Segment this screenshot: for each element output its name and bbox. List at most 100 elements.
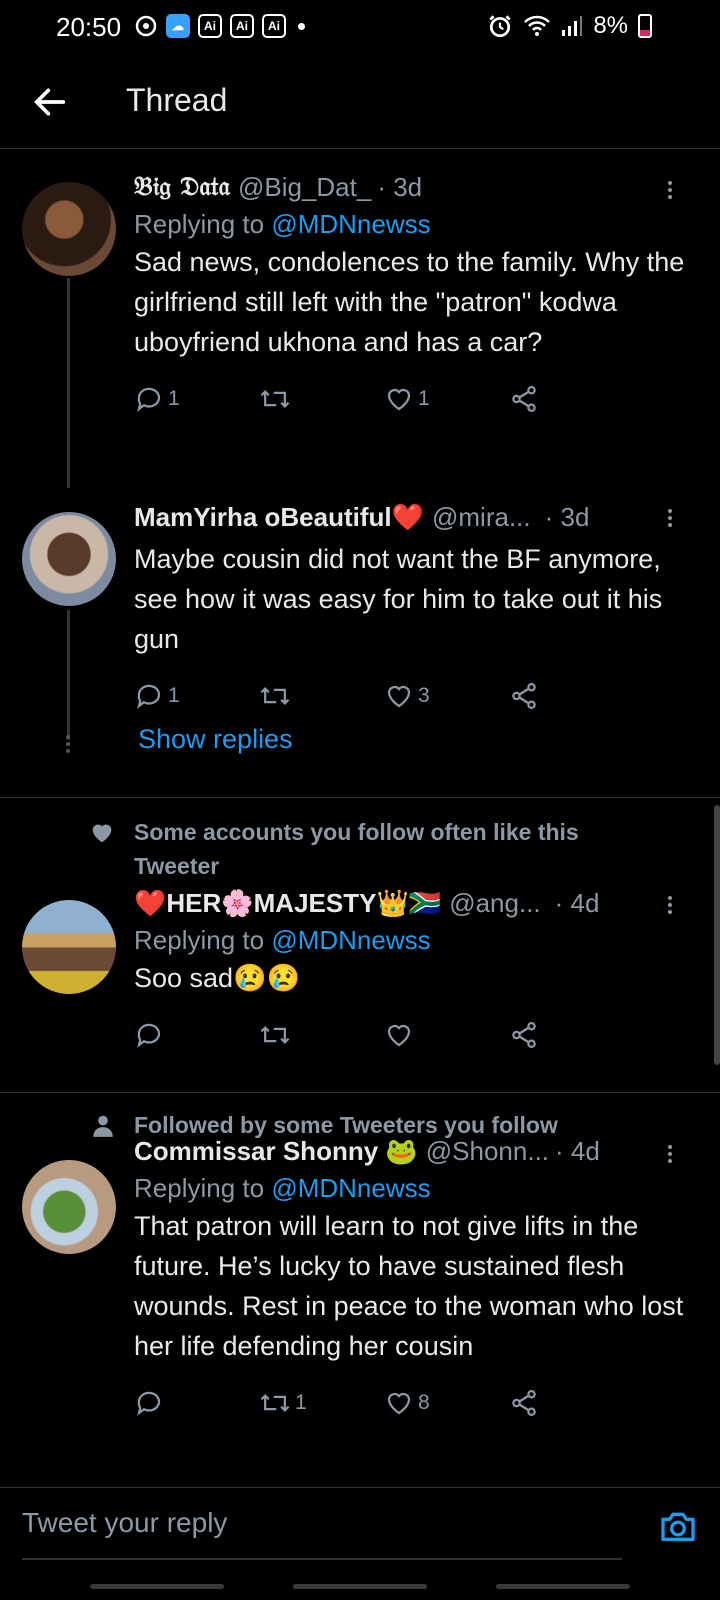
avatar[interactable] <box>22 900 116 994</box>
mention-link[interactable]: @MDNnewss <box>271 925 430 955</box>
scrollbar[interactable] <box>714 805 720 1065</box>
display-name[interactable]: MamYirha oBeautiful❤️ <box>134 502 424 533</box>
share-button[interactable] <box>509 1388 634 1418</box>
retweet-button[interactable] <box>259 681 384 711</box>
retweet-icon <box>260 390 290 408</box>
heart-icon <box>387 685 411 708</box>
reply-icon <box>137 1391 161 1416</box>
thread-line <box>67 278 70 488</box>
ai-app-icon: Ai <box>230 14 254 38</box>
more-options-icon[interactable] <box>668 506 676 530</box>
reply-icon <box>137 684 161 709</box>
timestamp: · 4d <box>554 888 600 918</box>
reply-count: 1 <box>168 684 180 707</box>
avatar[interactable] <box>22 182 116 276</box>
system-nav-bar <box>0 1580 720 1600</box>
share-icon <box>512 1022 536 1048</box>
heart-filled-icon <box>92 824 112 843</box>
alarm-icon <box>489 15 512 38</box>
page-title: Thread <box>126 82 228 118</box>
share-icon <box>512 1390 536 1416</box>
nav-home-handle[interactable] <box>293 1584 427 1589</box>
heart-icon <box>387 1024 411 1047</box>
reply-button[interactable] <box>134 1020 259 1050</box>
user-handle[interactable]: @ang... <box>449 888 540 919</box>
like-button[interactable]: 8 <box>384 1388 509 1418</box>
reply-input[interactable]: Tweet your reply <box>22 1488 622 1560</box>
tweet[interactable]: Followed by some Tweeters you follow Com… <box>0 1100 720 1485</box>
share-button[interactable] <box>509 1020 634 1050</box>
replying-to-prefix: Replying to <box>134 925 272 955</box>
share-icon <box>512 386 536 412</box>
replying-to-prefix: Replying to <box>134 1173 272 1203</box>
mention-link[interactable]: @MDNnewss <box>271 1173 430 1203</box>
show-replies-link[interactable]: Show replies <box>138 724 293 755</box>
thread-dots-icon <box>66 732 70 756</box>
replying-to: Replying to @MDNnewss <box>134 925 689 956</box>
display-name[interactable]: Commissar Shonny 🐸 <box>134 1136 418 1167</box>
share-button[interactable] <box>509 681 634 711</box>
battery-icon <box>638 14 652 38</box>
wifi-icon <box>524 15 551 36</box>
tweet-actions: 1 1 <box>134 384 634 414</box>
retweet-button[interactable] <box>259 384 384 414</box>
tweet[interactable]: MamYirha oBeautiful❤️ @mira... · 3d Mayb… <box>0 500 720 795</box>
like-button[interactable]: 3 <box>384 681 509 711</box>
reply-button[interactable]: 1 <box>134 681 259 711</box>
reply-button[interactable]: 1 <box>134 384 259 414</box>
notification-icons: ☁ Ai Ai Ai <box>134 14 305 38</box>
reply-icon <box>137 387 161 412</box>
camera-icon[interactable] <box>658 1506 698 1546</box>
like-count: 8 <box>418 1391 430 1414</box>
divider <box>0 1092 720 1093</box>
user-handle[interactable]: @Big_Dat_ <box>238 172 371 203</box>
user-handle[interactable]: @mira... <box>432 502 531 533</box>
retweet-button[interactable]: 1 <box>259 1388 384 1418</box>
share-icon <box>512 683 536 709</box>
social-context-text: Some accounts you follow often like this… <box>134 819 579 879</box>
display-name[interactable]: 𝔅𝔦𝔤 𝔇𝔞𝔱𝔞 <box>134 172 230 203</box>
nav-back-handle[interactable] <box>496 1584 630 1589</box>
tweet-actions: 1 3 <box>134 681 634 711</box>
reply-icon <box>137 1023 161 1048</box>
mention-link[interactable]: @MDNnewss <box>271 209 430 239</box>
tweet-actions <box>134 1020 634 1050</box>
replying-to: Replying to @MDNnewss <box>134 1173 689 1204</box>
user-handle[interactable]: @Shonn... <box>426 1136 549 1167</box>
share-button[interactable] <box>509 384 634 414</box>
cloud-app-icon: ☁ <box>166 14 190 38</box>
like-button[interactable] <box>384 1020 509 1050</box>
divider <box>0 797 720 798</box>
more-options-icon[interactable] <box>668 893 676 917</box>
reply-count: 1 <box>168 387 180 410</box>
tweet-actions: 1 8 <box>134 1388 634 1418</box>
back-arrow-icon[interactable] <box>30 82 70 122</box>
more-options-icon[interactable] <box>668 1142 676 1166</box>
avatar[interactable] <box>22 512 116 606</box>
like-button[interactable]: 1 <box>384 384 509 414</box>
retweet-icon <box>260 1394 290 1412</box>
ai-app-icon: Ai <box>198 14 222 38</box>
tweet[interactable]: 𝔅𝔦𝔤 𝔇𝔞𝔱𝔞 @Big_Dat_ · 3d Replying to @MDN… <box>0 160 720 488</box>
reply-button[interactable] <box>134 1388 259 1418</box>
like-count: 3 <box>418 684 430 707</box>
system-icons: 8% <box>487 12 652 40</box>
sync-icon <box>135 15 157 37</box>
status-time: 20:50 <box>56 12 122 42</box>
retweet-icon <box>260 1026 290 1044</box>
tweet[interactable]: Some accounts you follow often like this… <box>0 805 720 1085</box>
retweet-count: 1 <box>295 1391 307 1414</box>
avatar[interactable] <box>22 1160 116 1254</box>
timestamp: · 3d <box>544 502 590 532</box>
nav-recents-handle[interactable] <box>90 1584 224 1589</box>
heart-icon <box>387 1392 411 1415</box>
more-options-icon[interactable] <box>668 178 676 202</box>
tweet-text: Maybe cousin did not want the BF anymore… <box>134 544 663 654</box>
heart-icon <box>387 388 411 411</box>
like-count: 1 <box>418 387 430 410</box>
display-name[interactable]: ❤️HER🌸MAJESTY👑🇿🇦 <box>134 888 441 919</box>
tweet-text: That patron will learn to not give lifts… <box>134 1211 684 1361</box>
retweet-button[interactable] <box>259 1020 384 1050</box>
retweet-icon <box>260 687 290 705</box>
more-notifications-dot-icon <box>298 22 305 30</box>
